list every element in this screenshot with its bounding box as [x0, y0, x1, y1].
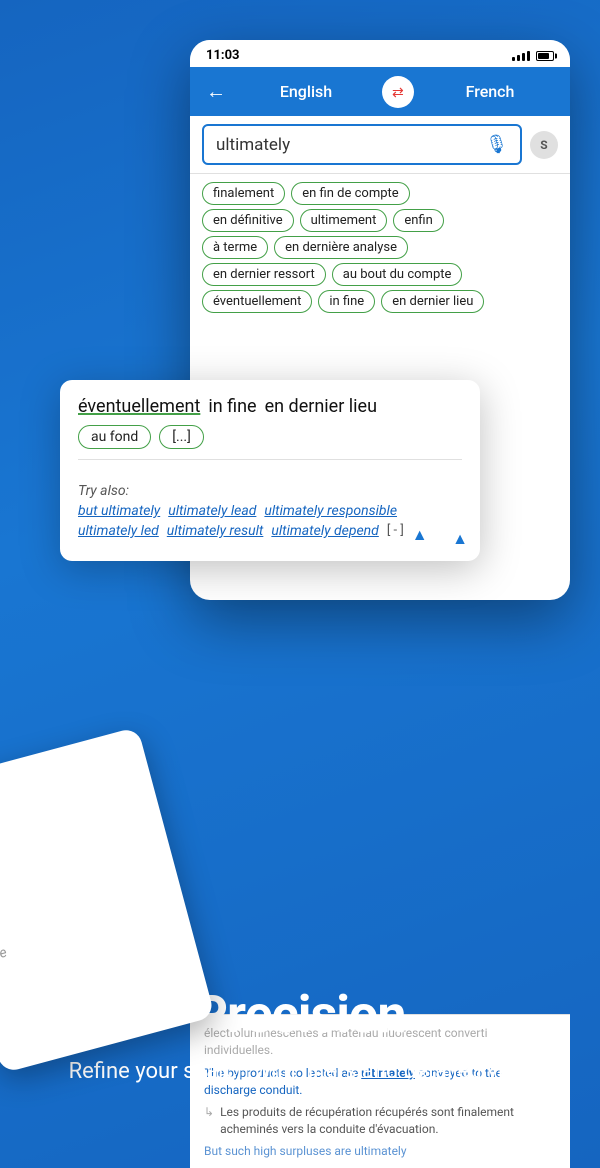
result-word-in-fine[interactable]: in fine	[208, 396, 256, 417]
chip-au-fond[interactable]: au fond	[78, 425, 151, 449]
try-also-label: Try also:	[78, 483, 129, 499]
chip-row-5: éventuellement in fine en dernier lieu	[202, 290, 558, 313]
chip-en-dernier-lieu[interactable]: en dernier lieu	[381, 290, 484, 313]
swap-languages-button[interactable]: ⇄	[382, 76, 414, 108]
result-main-words: éventuellement in fine en dernier lieu	[78, 396, 462, 417]
chip-finalement[interactable]: finalement	[202, 182, 285, 205]
chip-in-fine[interactable]: in fine	[318, 290, 375, 313]
chips-area: finalement en fin de compte en définitiv…	[190, 174, 570, 325]
result-card: éventuellement in fine en dernier lieu a…	[60, 380, 480, 561]
try-also-section: Try also: but ultimately ultimately lead…	[78, 470, 462, 549]
search-bar: ultimately 🎙 S	[190, 116, 570, 174]
chip-enfin[interactable]: enfin	[393, 209, 443, 232]
chip-au-bout-du-compte[interactable]: au bout du compte	[332, 263, 463, 286]
battery-icon	[536, 51, 554, 61]
mic-icon[interactable]: 🎙	[485, 134, 508, 155]
chip-row-4: en dernier ressort au bout du compte	[202, 263, 558, 286]
back-button[interactable]: ←	[202, 75, 230, 108]
result-word-en-dernier-lieu[interactable]: en dernier lieu	[265, 396, 377, 417]
chip-en-derniere-analyse[interactable]: en dernière analyse	[274, 236, 408, 259]
swap-icon: ⇄	[392, 84, 404, 100]
result-secondary: au fond [...] ▲	[78, 425, 462, 449]
try-also-links: but ultimately ultimately lead ultimatel…	[78, 503, 462, 545]
try-link-ultimately-lead[interactable]: ultimately lead	[168, 503, 256, 519]
signal-icon	[512, 51, 530, 61]
try-link-ultimately-responsible[interactable]: ultimately responsible	[264, 503, 397, 519]
chip-ultimement[interactable]: ultimement	[300, 209, 388, 232]
example-partial: But such high surpluses are ultimately	[204, 1144, 556, 1158]
chip-bracket[interactable]: [...]	[159, 425, 204, 449]
chip-row-3: à terme en dernière analyse	[202, 236, 558, 259]
footer-subtitle: Refine your search with filters and deta…	[40, 1057, 560, 1088]
bottom-phone-text: nte	[0, 862, 172, 965]
search-input[interactable]: ultimately 🎙	[202, 124, 522, 165]
source-language-label: English	[238, 82, 374, 101]
s-badge[interactable]: S	[530, 131, 558, 159]
chip-en-dernier-ressort[interactable]: en dernier ressort	[202, 263, 326, 286]
try-link-ultimately-result[interactable]: ultimately result	[167, 523, 264, 545]
example-french: Les produits de récupération récupérés s…	[220, 1104, 556, 1138]
status-bar: 11:03	[190, 40, 570, 67]
try-link-ultimately-led[interactable]: ultimately led	[78, 523, 159, 545]
collapse-try-also-button[interactable]: ▲	[412, 525, 428, 545]
status-time: 11:03	[206, 48, 240, 63]
result-word-eventuellement[interactable]: éventuellement	[78, 396, 200, 417]
chip-row-2: en définitive ultimement enfin	[202, 209, 558, 232]
divider	[78, 459, 462, 460]
example-translation: ↳ Les produits de récupération récupérés…	[204, 1104, 556, 1138]
translation-arrow: ↳	[204, 1105, 214, 1119]
search-query-text: ultimately	[216, 135, 290, 155]
status-icons	[512, 51, 554, 61]
chip-row-1: finalement en fin de compte	[202, 182, 558, 205]
try-link-ultimately-depend[interactable]: ultimately depend	[271, 523, 378, 545]
expand-bracket[interactable]: [ - ]	[387, 523, 404, 545]
chip-en-definitive[interactable]: en définitive	[202, 209, 294, 232]
chip-a-terme[interactable]: à terme	[202, 236, 268, 259]
chip-eventuellement[interactable]: éventuellement	[202, 290, 312, 313]
chip-en-fin-de-compte[interactable]: en fin de compte	[291, 182, 409, 205]
try-link-but-ultimately[interactable]: but ultimately	[78, 503, 160, 519]
collapse-button[interactable]: ▲	[452, 529, 468, 549]
app-header: ← English ⇄ French	[190, 67, 570, 116]
target-language-label: French	[422, 82, 558, 101]
